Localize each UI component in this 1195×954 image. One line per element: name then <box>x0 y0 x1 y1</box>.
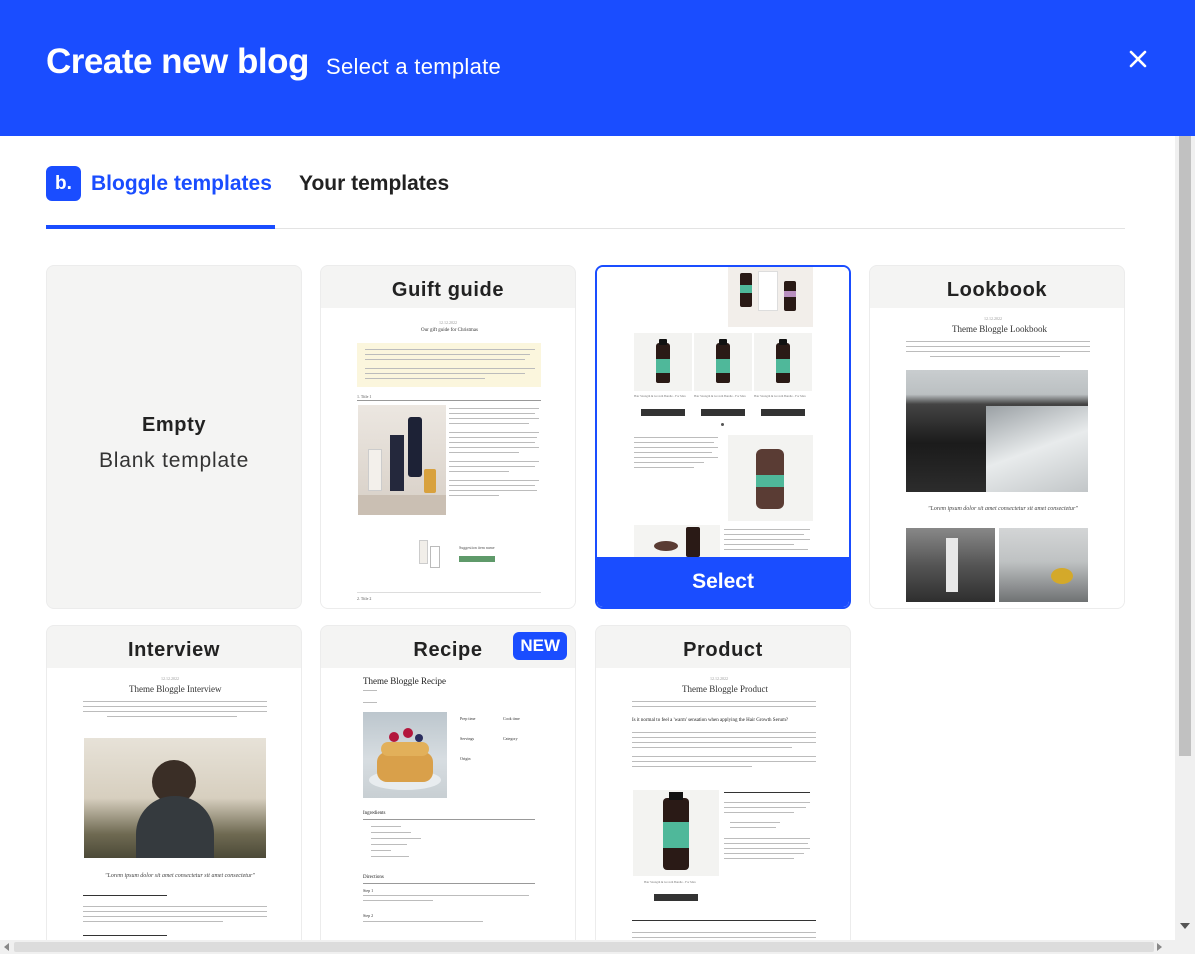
scroll-down-arrow-icon[interactable] <box>1180 923 1190 929</box>
modal-title: Create new blog <box>46 42 309 81</box>
template-tabs: b. Bloggle templates Your templates <box>46 166 1125 229</box>
preview-date: 12.12.2022 <box>710 676 728 681</box>
suggestion-name: Suggestion item name <box>459 545 495 550</box>
card-title: Lookbook <box>946 279 1048 301</box>
template-card-interview[interactable]: Interview 12.12.2022 Theme Bloggle Inter… <box>46 625 302 940</box>
preview-date: 12.12.2022 <box>161 676 179 681</box>
template-card-empty[interactable]: Empty Blank template <box>46 265 302 609</box>
preview-heading: Theme Bloggle Recipe <box>363 676 446 686</box>
tab-label: Your templates <box>299 172 450 195</box>
scroll-right-arrow-icon[interactable] <box>1157 943 1162 951</box>
vertical-scrollbar[interactable] <box>1175 136 1195 940</box>
bloggle-logo-icon: b. <box>46 166 81 201</box>
preview-heading: Theme Bloggle Interview <box>129 684 222 694</box>
card-subtitle: Blank template <box>98 449 250 472</box>
template-card-gift-guide[interactable]: Guift guide 12.12.2022 Our gift guide fo… <box>320 265 576 609</box>
select-button[interactable]: Select <box>597 557 849 607</box>
preview-date: 12.12.2022 <box>984 316 1002 321</box>
suggestion-image <box>416 534 446 574</box>
modal-header: Create new blog Select a template <box>0 0 1195 136</box>
card-title: Interview <box>127 639 221 661</box>
modal-body: b. Bloggle templates Your templates Empt… <box>0 136 1175 940</box>
lookbook-beach-image <box>906 370 1088 492</box>
product-tile <box>634 333 692 391</box>
tab-label: Bloggle templates <box>91 172 272 195</box>
scrollbar-thumb[interactable] <box>1179 136 1191 756</box>
card-preview: 12.12.2022 Theme Bloggle Product Is it n… <box>596 668 850 940</box>
product-bag-image <box>728 435 813 521</box>
directions-heading: Directions <box>363 875 384 880</box>
product-tile <box>694 333 752 391</box>
tab-your-templates[interactable]: Your templates <box>299 166 459 229</box>
preview-quote: "Lorem ipsum dolor sit amet consectetur … <box>105 873 255 879</box>
preview-section-1: 1. Title 1 <box>357 394 372 399</box>
recipe-pancake-image <box>363 712 447 798</box>
product-image <box>634 525 720 557</box>
tab-bloggle-templates[interactable]: b. Bloggle templates <box>46 166 275 229</box>
template-card-lookbook[interactable]: Lookbook 12.12.2022 Theme Bloggle Lookbo… <box>869 265 1125 609</box>
preview-date: 12.12.2022 <box>439 320 457 325</box>
preview-section-2: 2. Title 2 <box>357 596 372 601</box>
card-title: Empty <box>141 414 207 436</box>
scrollbar-thumb[interactable] <box>14 942 1154 952</box>
preview-heading: Theme Bloggle Lookbook <box>952 324 1047 334</box>
card-title: Product <box>683 639 763 661</box>
lookbook-field-image <box>999 528 1088 602</box>
new-badge: NEW <box>513 632 567 660</box>
card-title: Guift guide <box>391 279 505 301</box>
scroll-left-arrow-icon[interactable] <box>4 943 9 951</box>
preview-heading: Our gift guide for Christmas <box>421 328 478 333</box>
preview-heading: Theme Bloggle Product <box>682 684 768 694</box>
suggestion-button <box>459 556 495 562</box>
preview-quote: "Lorem ipsum dolor sit amet consectetur … <box>928 506 1078 512</box>
interview-portrait-image <box>84 738 266 858</box>
product-hero-image <box>728 267 813 327</box>
close-icon[interactable] <box>1124 45 1152 73</box>
card-preview: 12.12.2022 Our gift guide for Christmas … <box>321 308 575 608</box>
card-preview: Theme Bloggle Recipe Prep time Cook time… <box>321 668 575 940</box>
modal-subtitle: Select a template <box>326 54 502 79</box>
lookbook-waterfall-image <box>906 528 995 602</box>
template-card-product[interactable]: Product 12.12.2022 Theme Bloggle Product… <box>595 625 851 940</box>
ingredients-heading: Ingredients <box>363 811 386 816</box>
template-card-selected[interactable]: Hair Strength & Growth Bundle - For Man … <box>595 265 851 609</box>
template-card-recipe[interactable]: NEW Recipe Theme Bloggle Recipe Prep tim… <box>320 625 576 940</box>
card-preview: 12.12.2022 Theme Bloggle Interview "Lore… <box>47 668 301 940</box>
product-tile <box>754 333 812 391</box>
product-image <box>358 405 446 515</box>
product-bottle-image <box>633 790 719 876</box>
horizontal-scrollbar[interactable] <box>0 940 1195 954</box>
card-preview: 12.12.2022 Theme Bloggle Lookbook "Lorem… <box>870 308 1124 608</box>
product-question: Is it normal to feel a 'warm' sensation … <box>632 718 789 723</box>
